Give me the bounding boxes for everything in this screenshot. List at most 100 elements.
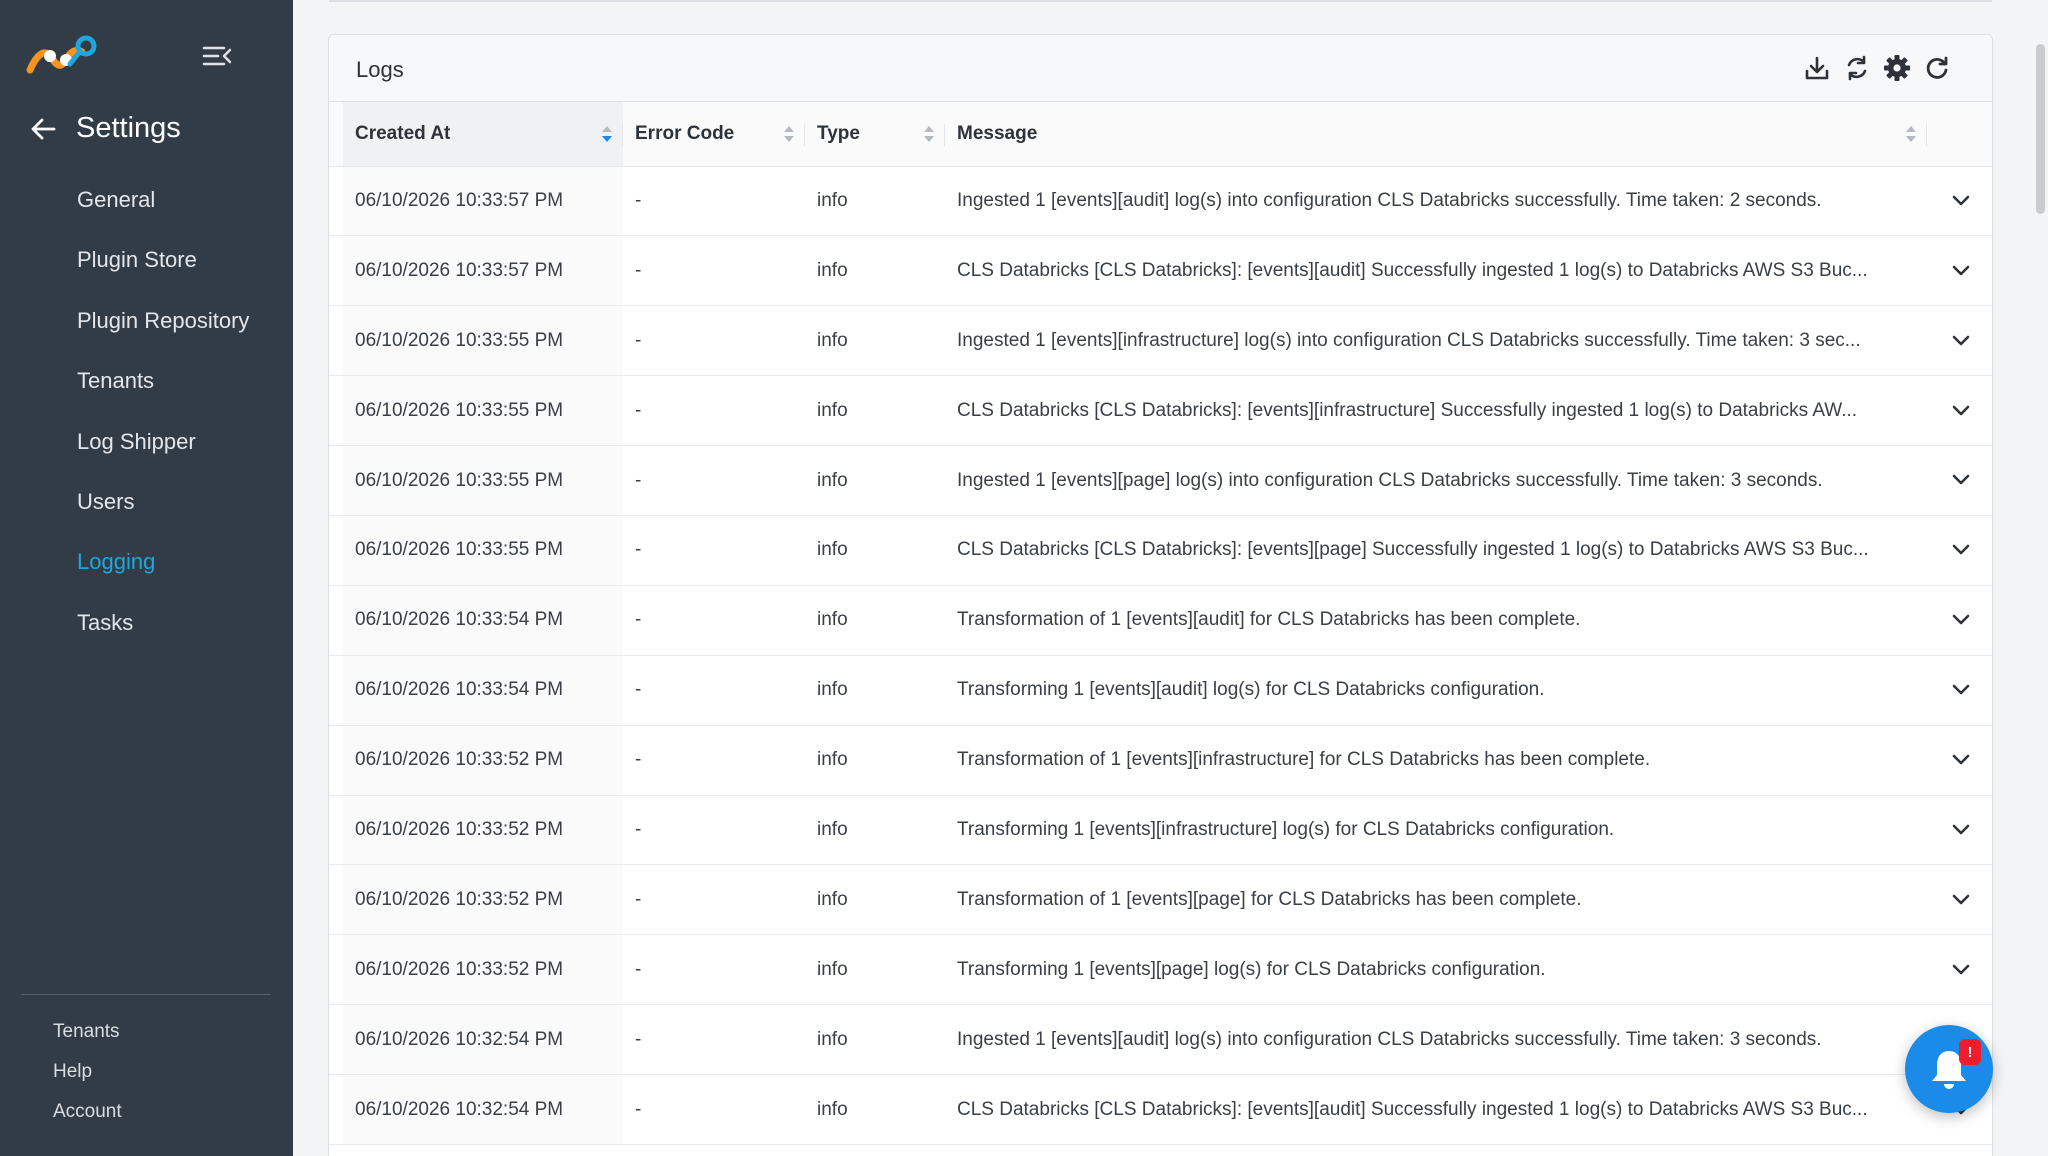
row-spacer bbox=[329, 864, 343, 936]
cell-expand[interactable] bbox=[1927, 655, 1992, 726]
cell-error-code: - bbox=[623, 445, 805, 516]
cell-message: CLS Databricks [CLS Databricks]: [events… bbox=[945, 375, 1927, 447]
sidebar-item-users[interactable]: Users bbox=[0, 472, 293, 532]
column-header-error-code[interactable]: Error Code bbox=[623, 102, 805, 167]
settings-button[interactable] bbox=[1882, 53, 1912, 83]
table-row[interactable]: 06/10/2026 10:33:55 PM - info CLS Databrick… bbox=[329, 375, 1992, 447]
table-row[interactable]: 06/10/2026 10:33:57 PM - info CLS Databrick… bbox=[329, 235, 1992, 307]
sort-icon[interactable] bbox=[601, 125, 613, 143]
bottom-link-tenants[interactable]: Tenants bbox=[0, 1012, 122, 1052]
row-spacer bbox=[329, 515, 343, 586]
cell-error-code: - bbox=[623, 795, 805, 866]
sidebar-item-log-shipper[interactable]: Log Shipper bbox=[0, 412, 293, 472]
cell-type: info bbox=[805, 235, 945, 307]
cell-created-at: 06/10/2026 10:33:52 PM bbox=[343, 864, 623, 936]
cell-message: Ingested 1 [events][page] log(s) into co… bbox=[945, 445, 1927, 516]
cell-type: info bbox=[805, 515, 945, 586]
sidebar-item-tasks[interactable]: Tasks bbox=[0, 593, 293, 653]
notification-badge: ! bbox=[1959, 1039, 1981, 1065]
chevron-down-icon[interactable] bbox=[1952, 335, 1970, 347]
cell-message: CLS Databricks [CLS Databricks]: [events… bbox=[945, 1074, 1927, 1145]
table-row[interactable]: 06/10/2026 10:33:52 PM - info Transformatio… bbox=[329, 725, 1992, 796]
panel-toolbar bbox=[1802, 53, 1952, 83]
chevron-down-icon[interactable] bbox=[1952, 614, 1970, 626]
cell-expand[interactable] bbox=[1927, 725, 1992, 796]
cell-created-at: 06/10/2026 10:33:54 PM bbox=[343, 655, 623, 726]
main-content: Logs Created At Error Code Type Message … bbox=[293, 0, 2048, 1156]
sort-icon[interactable] bbox=[783, 125, 795, 143]
sidebar-title: Settings bbox=[76, 112, 181, 144]
auto-refresh-button[interactable] bbox=[1842, 53, 1872, 83]
cell-type: info bbox=[805, 585, 945, 656]
cell-expand[interactable] bbox=[1927, 445, 1992, 516]
netskope-logo-icon[interactable] bbox=[26, 34, 98, 78]
chevron-down-icon[interactable] bbox=[1952, 544, 1970, 556]
table-row[interactable]: 06/10/2026 10:32:54 PM - info Ingested 1 [e… bbox=[329, 1004, 1992, 1076]
settings-back-link[interactable]: Settings bbox=[30, 112, 181, 145]
chevron-down-icon[interactable] bbox=[1952, 405, 1970, 417]
sidebar-item-tenants[interactable]: Tenants bbox=[0, 351, 293, 411]
row-spacer bbox=[329, 1004, 343, 1076]
cell-expand[interactable] bbox=[1927, 864, 1992, 936]
cell-expand[interactable] bbox=[1927, 934, 1992, 1006]
table-row[interactable]: 06/10/2026 10:33:54 PM - info Transforming … bbox=[329, 655, 1992, 726]
cell-created-at: 06/10/2026 10:33:55 PM bbox=[343, 375, 623, 447]
cell-message: CLS Databricks [CLS Databricks]: [events… bbox=[945, 235, 1927, 307]
table-row[interactable]: 06/10/2026 10:33:55 PM - info Ingested 1 [e… bbox=[329, 305, 1992, 377]
cell-expand[interactable] bbox=[1927, 305, 1992, 377]
cell-expand[interactable] bbox=[1927, 235, 1992, 307]
sidebar-item-plugin-store[interactable]: Plugin Store bbox=[0, 230, 293, 290]
cell-expand[interactable] bbox=[1927, 795, 1992, 866]
cell-created-at: 06/10/2026 10:33:55 PM bbox=[343, 445, 623, 516]
chevron-down-icon[interactable] bbox=[1952, 684, 1970, 696]
cell-error-code: - bbox=[623, 655, 805, 726]
table-row[interactable]: 06/10/2026 10:33:52 PM - info Transforming … bbox=[329, 795, 1992, 866]
cell-expand[interactable] bbox=[1927, 166, 1992, 237]
cell-type: info bbox=[805, 375, 945, 447]
page-scrollbar[interactable] bbox=[2034, 0, 2048, 1156]
table-row[interactable]: 06/10/2026 10:33:55 PM - info CLS Databrick… bbox=[329, 515, 1992, 586]
table-row[interactable]: 06/10/2026 10:33:55 PM - info Ingested 1 [e… bbox=[329, 445, 1992, 516]
chevron-down-icon[interactable] bbox=[1952, 964, 1970, 976]
cell-error-code: - bbox=[623, 235, 805, 307]
table-row[interactable]: 06/10/2026 10:33:54 PM - info Transformatio… bbox=[329, 585, 1992, 656]
row-spacer bbox=[329, 235, 343, 307]
sort-icon[interactable] bbox=[1905, 125, 1917, 143]
bottom-link-help[interactable]: Help bbox=[0, 1052, 122, 1092]
sidebar-item-logging[interactable]: Logging bbox=[0, 532, 293, 592]
cell-created-at: 06/10/2026 10:32:54 PM bbox=[343, 1074, 623, 1145]
cell-message: Ingested 1 [events][audit] log(s) into c… bbox=[945, 166, 1927, 237]
cell-expand[interactable] bbox=[1927, 585, 1992, 656]
bottom-link-account[interactable]: Account bbox=[0, 1092, 122, 1132]
table-row[interactable]: 06/10/2026 10:33:52 PM - info Transformatio… bbox=[329, 864, 1992, 936]
download-button[interactable] bbox=[1802, 53, 1832, 83]
column-label: Created At bbox=[355, 122, 451, 144]
scrollbar-thumb[interactable] bbox=[2036, 44, 2045, 214]
chevron-down-icon[interactable] bbox=[1952, 265, 1970, 277]
collapse-menu-icon[interactable] bbox=[202, 44, 232, 68]
column-header-type[interactable]: Type bbox=[805, 102, 945, 167]
settings-gear-icon bbox=[1884, 55, 1910, 81]
cell-created-at: 06/10/2026 10:33:52 PM bbox=[343, 795, 623, 866]
sidebar-item-plugin-repository[interactable]: Plugin Repository bbox=[0, 291, 293, 351]
table-row[interactable]: 06/10/2026 10:33:57 PM - info Ingested 1 [e… bbox=[329, 166, 1992, 237]
cell-expand[interactable] bbox=[1927, 515, 1992, 586]
notifications-button[interactable]: ! bbox=[1905, 1025, 1993, 1113]
chevron-down-icon[interactable] bbox=[1952, 195, 1970, 207]
table-row[interactable]: 06/10/2026 10:32:54 PM - info CLS Databrick… bbox=[329, 1074, 1992, 1145]
chevron-down-icon[interactable] bbox=[1952, 754, 1970, 766]
chevron-down-icon[interactable] bbox=[1952, 824, 1970, 836]
sidebar-bottom-links: Tenants Help Account bbox=[0, 1012, 122, 1132]
cell-expand[interactable] bbox=[1927, 375, 1992, 447]
cell-created-at: 06/10/2026 10:32:54 PM bbox=[343, 1004, 623, 1076]
chevron-down-icon[interactable] bbox=[1952, 894, 1970, 906]
sort-icon[interactable] bbox=[923, 125, 935, 143]
chevron-down-icon[interactable] bbox=[1952, 474, 1970, 486]
cell-message: Transforming 1 [events][audit] log(s) fo… bbox=[945, 655, 1927, 726]
table-row[interactable]: 06/10/2026 10:33:52 PM - info Transforming … bbox=[329, 934, 1992, 1006]
sidebar-item-general[interactable]: General bbox=[0, 170, 293, 230]
cell-message: Transforming 1 [events][infrastructure] … bbox=[945, 795, 1927, 866]
column-header-created-at[interactable]: Created At bbox=[343, 102, 623, 167]
refresh-button[interactable] bbox=[1922, 53, 1952, 83]
column-header-message[interactable]: Message bbox=[945, 102, 1927, 167]
